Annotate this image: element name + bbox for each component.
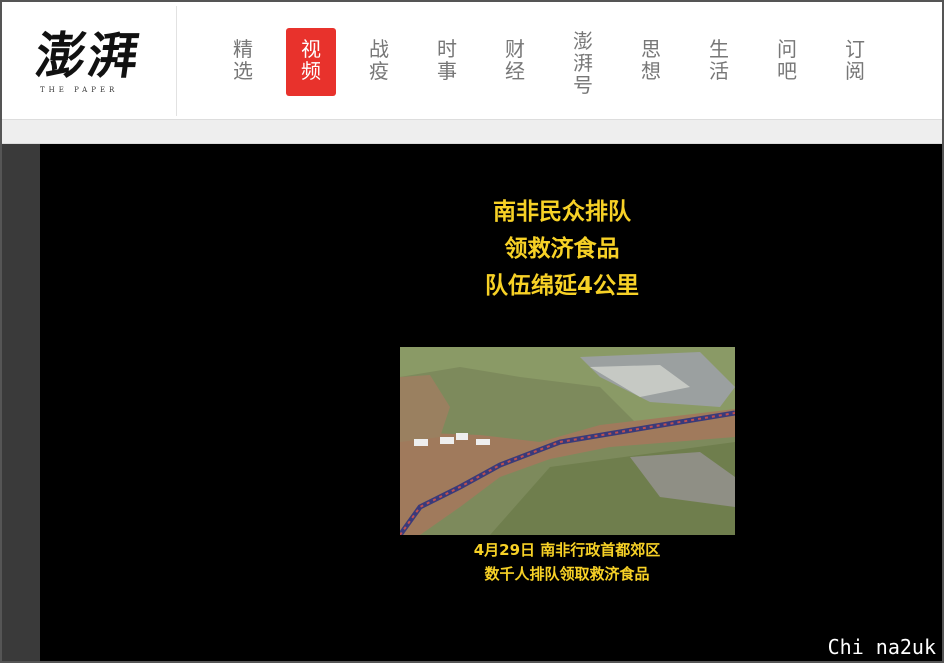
nav-item-life[interactable]: 生活	[694, 28, 744, 96]
nav-item-current-affairs[interactable]: 时事	[422, 28, 472, 96]
nav-item-label: 生活	[709, 37, 729, 83]
video-title-line: 南非民众排队	[493, 199, 631, 225]
page-frame: 澎湃 THE PAPER 精选 视频 战疫 时事 财经 澎湃号 思想 生活 问吧…	[0, 0, 944, 663]
nav-item-ask[interactable]: 问吧	[762, 28, 812, 96]
nav-item-label: 财经	[505, 37, 525, 83]
video-title: 南非民众排队 领救济食品 队伍绵延4公里	[402, 194, 722, 305]
nav-item-pengpai-hao[interactable]: 澎湃号	[558, 20, 608, 96]
watermark-text: Chi na2uk	[827, 635, 936, 659]
nav-item-featured[interactable]: 精选	[218, 28, 268, 96]
video-caption-line: 4月29日 南非行政首都郊区	[473, 541, 661, 559]
logo-wordmark: 澎湃	[31, 26, 145, 85]
video-player[interactable]: 南非民众排队 领救济食品 队伍绵延4公里 4月29日 南非行政首都郊区 数千人排…	[2, 144, 942, 661]
nav-item-label: 订阅	[845, 37, 865, 83]
nav-item-label: 问吧	[777, 37, 797, 83]
header-divider	[176, 6, 177, 116]
nav-item-label: 战疫	[369, 37, 389, 83]
video-frame-image	[400, 347, 735, 535]
video-caption-line: 数千人排队领取救济食品	[484, 565, 650, 583]
aerial-queue-scene	[400, 347, 735, 535]
site-logo[interactable]: 澎湃 THE PAPER	[22, 20, 172, 100]
nav-item-label: 精选	[233, 37, 253, 83]
video-title-line: 队伍绵延4公里	[484, 273, 639, 299]
nav-item-label: 时事	[437, 37, 457, 83]
nav-item-thought[interactable]: 思想	[626, 28, 676, 96]
nav-item-label: 思想	[641, 37, 661, 83]
nav-item-label: 澎湃号	[573, 29, 593, 97]
nav-item-label: 视频	[301, 37, 321, 83]
nav-item-finance[interactable]: 财经	[490, 28, 540, 96]
video-side-strip	[2, 144, 40, 661]
header-subbar	[2, 120, 942, 144]
nav-item-epidemic[interactable]: 战疫	[354, 28, 404, 96]
nav-item-video[interactable]: 视频	[286, 28, 336, 96]
nav-item-subscribe[interactable]: 订阅	[830, 28, 880, 96]
video-caption: 4月29日 南非行政首都郊区 数千人排队领取救济食品	[402, 538, 732, 586]
site-header: 澎湃 THE PAPER 精选 视频 战疫 时事 财经 澎湃号 思想 生活 问吧…	[2, 2, 942, 120]
video-title-line: 领救济食品	[504, 236, 620, 262]
logo-subtitle: THE PAPER	[40, 86, 119, 94]
